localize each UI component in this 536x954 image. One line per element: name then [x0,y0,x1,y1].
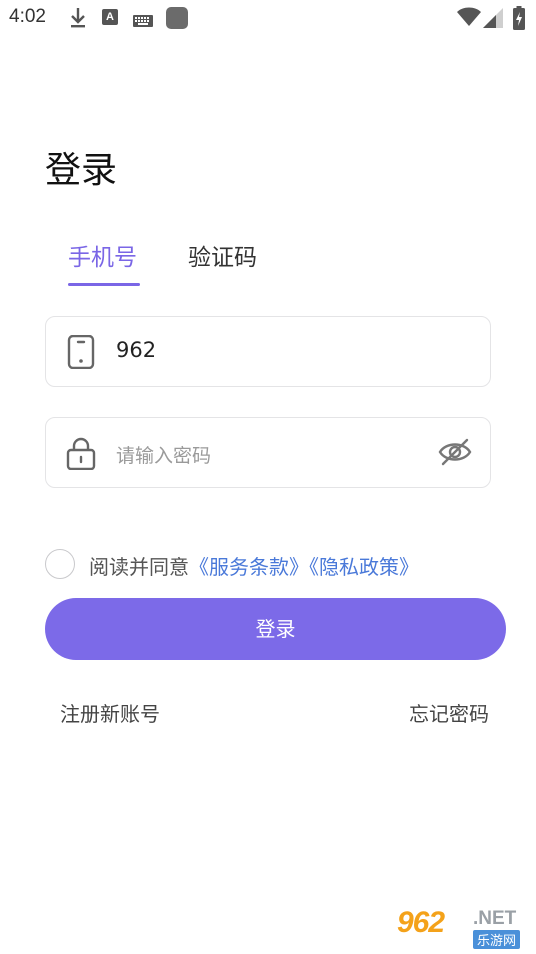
login-button[interactable]: 登录 [45,598,506,660]
eye-off-icon[interactable] [438,437,472,471]
a-badge-icon: A [102,9,118,25]
download-icon [68,6,88,34]
agreement-prefix: 阅读并同意 [89,555,189,579]
password-field[interactable]: 请输入密码 [45,417,491,488]
wifi-icon [457,7,481,31]
status-bar: 4:02 A [0,0,536,36]
lock-icon [66,436,96,474]
phone-field[interactable]: 962 [45,316,491,387]
agreement-text: 阅读并同意《服务条款》《隐私政策》 [89,551,419,580]
phone-input[interactable]: 962 [116,338,156,362]
cell-signal-icon [483,8,503,32]
watermark-number: 962 [397,906,445,939]
keyboard-icon [133,12,153,31]
page-title: 登录 [45,150,118,191]
watermark-logo: 962 .NET 乐游网 [397,906,530,949]
tab-phone-number[interactable]: 手机号 [68,238,137,272]
watermark-chinese: 乐游网 [473,930,521,949]
register-link[interactable]: 注册新账号 [60,698,160,727]
active-tab-indicator [68,283,140,286]
status-time: 4:02 [9,6,46,27]
password-input[interactable]: 请输入密码 [116,441,211,468]
privacy-policy-link[interactable]: 《隐私政策》 [309,555,419,579]
app-square-icon [166,7,188,29]
phone-icon [66,334,96,373]
forgot-password-link[interactable]: 忘记密码 [409,698,489,727]
battery-charging-icon [513,6,525,34]
watermark-domain: .NET [473,908,517,929]
agreement-checkbox[interactable] [45,549,75,579]
terms-of-service-link[interactable]: 《服务条款》 [189,555,309,579]
tab-verification-code[interactable]: 验证码 [188,238,257,272]
